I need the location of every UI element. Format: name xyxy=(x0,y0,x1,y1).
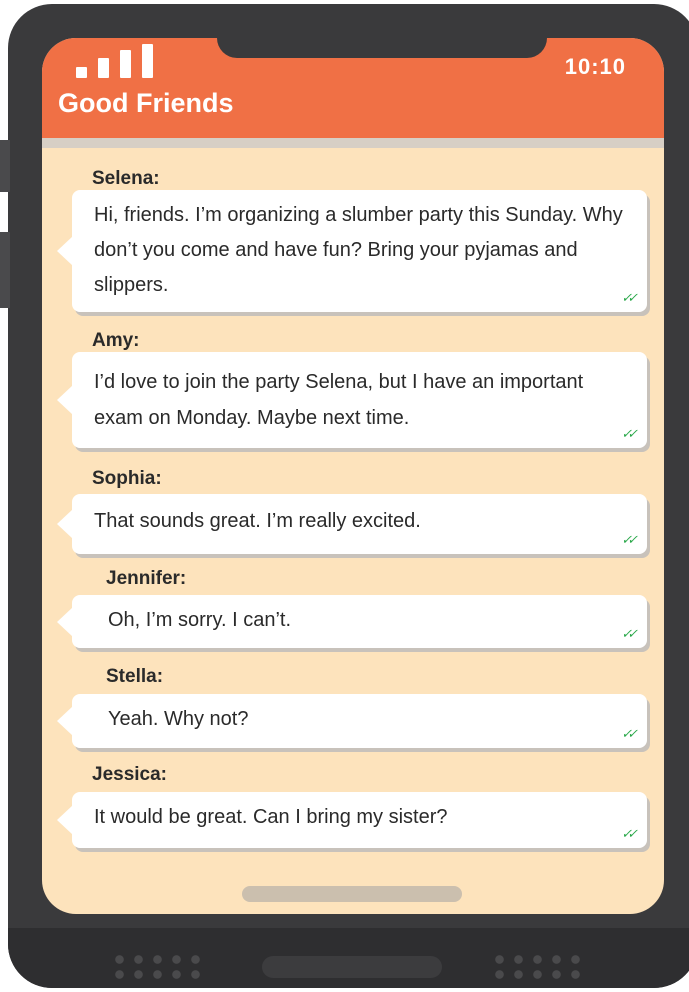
message-text: That sounds great. I’m really excited. xyxy=(94,510,421,532)
chat-title: Good Friends xyxy=(58,88,234,118)
home-indicator[interactable] xyxy=(242,886,462,902)
message-sender: Sophia: xyxy=(92,468,162,489)
message-text: Hi, friends. I’m organizing a slumber pa… xyxy=(94,204,623,296)
side-button-upper xyxy=(0,140,10,192)
message-bubble[interactable]: That sounds great. I’m really excited. ✓… xyxy=(57,494,647,554)
side-button-lower xyxy=(0,232,10,308)
message-bubble[interactable]: Hi, friends. I’m organizing a slumber pa… xyxy=(57,190,647,312)
speaker-grille-right xyxy=(490,952,586,982)
header-divider xyxy=(42,138,664,148)
message-bubble[interactable]: Yeah. Why not? ✓✓ xyxy=(57,694,647,748)
speaker-slot xyxy=(262,956,442,978)
chat-screen: Good Friends 10:10 Selena: Hi, friends. … xyxy=(42,38,664,914)
double-check-icon: ✓✓ xyxy=(621,290,638,305)
message-bubble[interactable]: Oh, I’m sorry. I can’t. ✓✓ xyxy=(57,595,647,648)
message-sender: Jessica: xyxy=(92,764,168,785)
signal-bars-icon xyxy=(76,44,156,78)
message-text: It would be great. Can I bring my sister… xyxy=(94,806,448,828)
message-text: Oh, I’m sorry. I can’t. xyxy=(108,609,291,631)
double-check-icon: ✓✓ xyxy=(621,532,638,547)
message-bubble[interactable]: I’d love to join the party Selena, but I… xyxy=(57,352,647,448)
message-sender: Jennifer: xyxy=(106,568,187,589)
double-check-icon: ✓✓ xyxy=(621,726,638,741)
message-sender: Stella: xyxy=(106,666,164,687)
message-text: I’d love to join the party Selena, but I… xyxy=(94,371,584,429)
speaker-grille-left xyxy=(110,952,206,982)
status-time: 10:10 xyxy=(564,54,626,79)
message-bubble[interactable]: It would be great. Can I bring my sister… xyxy=(57,792,647,848)
double-check-icon: ✓✓ xyxy=(621,626,638,641)
message-text: Yeah. Why not? xyxy=(108,708,249,730)
double-check-icon: ✓✓ xyxy=(621,826,638,841)
message-sender: Selena: xyxy=(92,168,160,189)
double-check-icon: ✓✓ xyxy=(621,426,638,441)
message-sender: Amy: xyxy=(92,330,140,351)
camera-notch xyxy=(217,38,547,58)
